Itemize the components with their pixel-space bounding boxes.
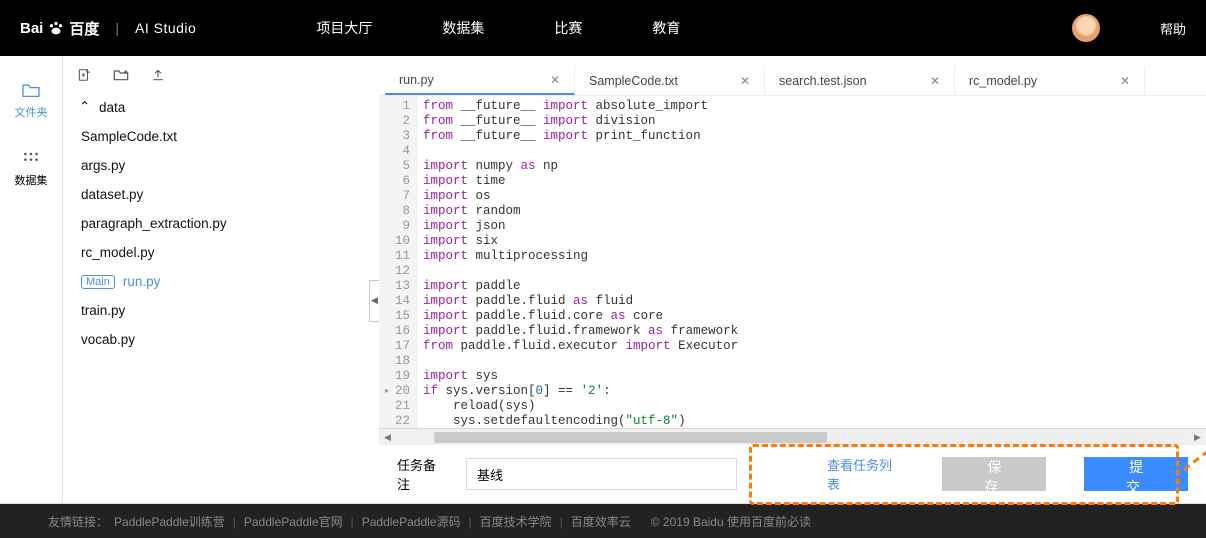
grid-icon: [21, 150, 41, 166]
tree-file[interactable]: paragraph_extraction.py: [71, 209, 373, 238]
save-button[interactable]: 保存: [942, 457, 1046, 491]
footer-link[interactable]: PaddlePaddle官网: [244, 515, 343, 529]
submit-button[interactable]: 提交: [1084, 457, 1188, 491]
task-input[interactable]: [466, 458, 737, 490]
tree-file[interactable]: train.py: [71, 296, 373, 325]
nav-projects[interactable]: 项目大厅: [316, 18, 372, 38]
footer-link[interactable]: 百度效率云: [571, 515, 631, 529]
nav-competitions[interactable]: 比赛: [554, 18, 582, 38]
topbar: Bai 百度 | AI Studio 项目大厅 数据集 比赛 教育 帮助: [0, 0, 1206, 56]
footer-prefix: 友情链接：: [48, 513, 108, 530]
help-link[interactable]: 帮助: [1160, 19, 1186, 38]
logo[interactable]: Bai 百度 | AI Studio: [20, 18, 196, 39]
rail-folder-label: 文件夹: [15, 104, 48, 120]
footer: 友情链接： PaddlePaddle训练营|PaddlePaddle官网|Pad…: [0, 504, 1206, 538]
footer-link[interactable]: 百度技术学院: [480, 515, 552, 529]
editor: ◀ run.py✕SampleCode.txt✕search.test.json…: [379, 56, 1206, 503]
tab-SampleCode-txt[interactable]: SampleCode.txt✕: [575, 66, 765, 95]
code-content[interactable]: from __future__ import absolute_importfr…: [417, 96, 738, 428]
file-sidebar: ⌃ data SampleCode.txt args.py dataset.py…: [63, 56, 379, 503]
close-icon[interactable]: ✕: [930, 74, 940, 88]
task-bar: 任务备注 查看任务列表 保存 提交: [379, 445, 1206, 503]
folder-icon: [21, 82, 41, 98]
new-file-icon[interactable]: [77, 68, 91, 82]
avatar[interactable]: [1072, 14, 1100, 42]
tab-run-py[interactable]: run.py✕: [385, 66, 575, 95]
new-folder-icon[interactable]: [113, 68, 129, 82]
tree-file[interactable]: dataset.py: [71, 180, 373, 209]
left-rail: 文件夹 数据集: [0, 56, 63, 503]
footer-link[interactable]: PaddlePaddle源码: [362, 515, 461, 529]
nav-education[interactable]: 教育: [652, 18, 680, 38]
main-badge: Main: [81, 275, 115, 289]
close-icon[interactable]: ✕: [740, 74, 750, 88]
tree-file[interactable]: vocab.py: [71, 325, 373, 354]
product-name: AI Studio: [135, 20, 196, 36]
baidu-logo: Bai 百度: [20, 18, 99, 39]
editor-tabs: run.py✕SampleCode.txt✕search.test.json✕r…: [379, 66, 1206, 96]
tree-file[interactable]: rc_model.py: [71, 238, 373, 267]
tree-folder-data[interactable]: ⌃ data: [71, 92, 373, 122]
tab-rc_model-py[interactable]: rc_model.py✕: [955, 66, 1145, 95]
nav-datasets[interactable]: 数据集: [442, 18, 484, 38]
rail-folder[interactable]: 文件夹: [15, 82, 48, 120]
file-tree: ⌃ data SampleCode.txt args.py dataset.py…: [63, 84, 379, 354]
chevron-down-icon: ⌃: [79, 99, 91, 115]
tab-search-test-json[interactable]: search.test.json✕: [765, 66, 955, 95]
rail-dataset-label: 数据集: [15, 172, 48, 188]
upload-icon[interactable]: [151, 68, 165, 82]
footer-link[interactable]: PaddlePaddle训练营: [114, 515, 225, 529]
tree-file-main[interactable]: Main run.py: [71, 267, 373, 296]
sidebar-toolbar: [63, 56, 379, 84]
code-area[interactable]: 123456789101112131415161718192021222324 …: [379, 96, 1206, 428]
view-tasks-link[interactable]: 查看任务列表: [827, 455, 894, 493]
rail-dataset[interactable]: 数据集: [15, 150, 48, 188]
footer-copyright: © 2019 Baidu 使用百度前必读: [651, 513, 811, 530]
close-icon[interactable]: ✕: [1120, 74, 1130, 88]
collapse-sidebar-handle[interactable]: ◀: [369, 280, 379, 322]
tree-file[interactable]: SampleCode.txt: [71, 122, 373, 151]
horizontal-scrollbar[interactable]: ◀ ▶: [379, 428, 1206, 445]
close-icon[interactable]: ✕: [550, 73, 560, 87]
top-nav: 项目大厅 数据集 比赛 教育: [316, 18, 680, 38]
task-label: 任务备注: [397, 455, 442, 493]
line-gutter: 123456789101112131415161718192021222324: [379, 96, 417, 428]
tree-file[interactable]: args.py: [71, 151, 373, 180]
